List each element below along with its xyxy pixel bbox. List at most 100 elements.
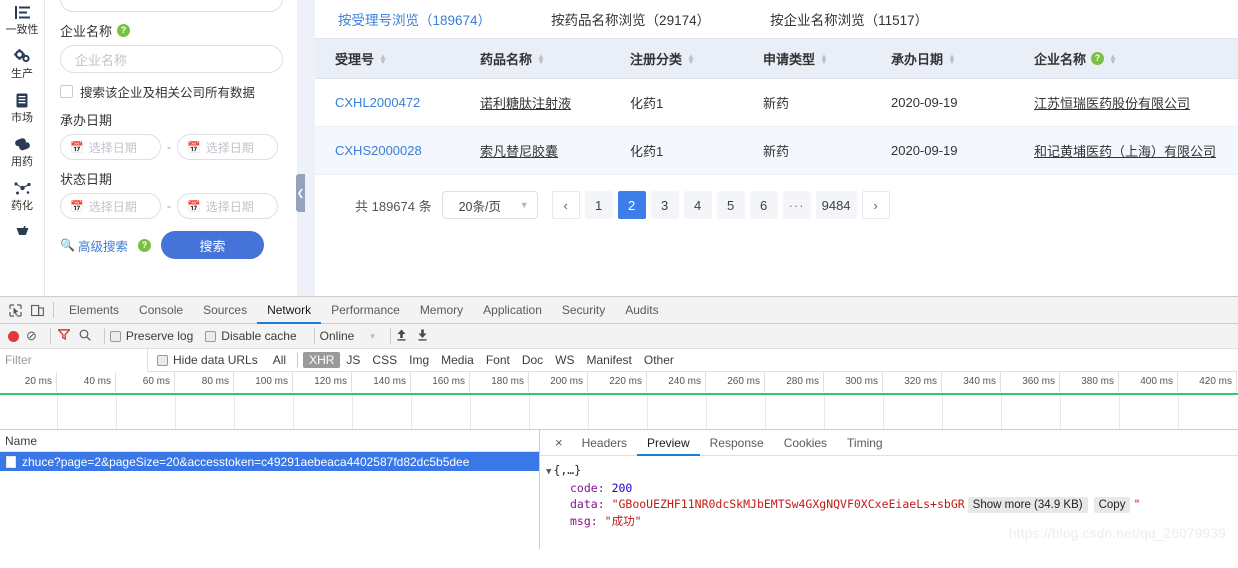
status-date-to-input[interactable]: 📅 选择日期 xyxy=(177,193,278,219)
devtools-tab-security[interactable]: Security xyxy=(552,297,615,324)
resource-type-all[interactable]: All xyxy=(267,352,292,368)
resource-type-js[interactable]: JS xyxy=(340,352,366,368)
search-icon[interactable] xyxy=(79,329,91,344)
page-button-3[interactable]: 3 xyxy=(650,191,679,219)
column-header-drug-name[interactable]: 药品名称 ▲ ▼ xyxy=(460,38,610,79)
company-link[interactable]: 和记黄埔医药（上海）有限公司 xyxy=(1034,144,1216,159)
resource-type-doc[interactable]: Doc xyxy=(516,352,549,368)
rail-item-consistency[interactable]: 一致性 xyxy=(0,2,45,37)
handle-date-to-input[interactable]: 📅 选择日期 xyxy=(177,134,278,160)
hide-data-urls-checkbox[interactable]: Hide data URLs xyxy=(157,353,258,367)
drug-name-link[interactable]: 索凡替尼胶囊 xyxy=(480,144,558,159)
devtools-tab-performance[interactable]: Performance xyxy=(321,297,410,324)
help-icon[interactable]: ? xyxy=(137,238,151,252)
resource-type-img[interactable]: Img xyxy=(403,352,435,368)
devtools-tab-console[interactable]: Console xyxy=(129,297,193,324)
resource-type-manifest[interactable]: Manifest xyxy=(581,352,638,368)
drug-name-link[interactable]: 诺利糖肽注射液 xyxy=(480,96,571,111)
record-button[interactable] xyxy=(8,330,19,342)
resource-type-font[interactable]: Font xyxy=(480,352,516,368)
column-header-company[interactable]: 企业名称? ▲ ▼ xyxy=(1014,38,1238,79)
resource-type-other[interactable]: Other xyxy=(638,352,680,368)
export-har-icon[interactable] xyxy=(417,329,428,344)
search-button[interactable]: 搜索 xyxy=(160,231,264,259)
column-header-accept-no[interactable]: 受理号 ▲ ▼ xyxy=(315,38,460,79)
page-button-6[interactable]: 6 xyxy=(749,191,778,219)
detail-tab-preview[interactable]: Preview xyxy=(637,430,700,456)
detail-tab-timing[interactable]: Timing xyxy=(837,430,893,456)
sort-icon[interactable]: ▲ ▼ xyxy=(820,52,828,65)
sort-icon[interactable]: ▲ ▼ xyxy=(948,52,956,65)
clear-icon[interactable]: ⊘ xyxy=(26,328,37,344)
page-ellipsis[interactable]: ··· xyxy=(782,191,811,219)
devtools-tab-memory[interactable]: Memory xyxy=(410,297,473,324)
detail-tab-headers[interactable]: Headers xyxy=(572,430,637,456)
resource-type-xhr[interactable]: XHR xyxy=(303,352,341,368)
accept-no-link[interactable]: CXHL2000472 xyxy=(335,95,420,110)
previous-field-input[interactable] xyxy=(60,0,283,12)
tab-browse-by-drug-name[interactable]: 按药品名称浏览（29174） xyxy=(551,9,770,29)
devtools-tab-elements[interactable]: Elements xyxy=(59,297,129,324)
page-button-2[interactable]: 2 xyxy=(617,191,646,219)
help-icon[interactable]: ? xyxy=(1091,52,1105,65)
checkbox-icon[interactable] xyxy=(60,85,73,98)
filter-icon[interactable] xyxy=(56,329,71,343)
json-root-node[interactable]: ▼ {,…} xyxy=(546,462,1238,480)
import-har-icon[interactable] xyxy=(396,329,407,344)
copy-button[interactable]: Copy xyxy=(1093,497,1131,513)
filter-input[interactable]: Filter xyxy=(0,348,148,372)
rail-item-mortar[interactable] xyxy=(0,222,45,243)
help-icon[interactable]: ? xyxy=(117,24,131,37)
sort-icon[interactable]: ▲ ▼ xyxy=(687,52,695,65)
column-header-handle-date[interactable]: 承办日期 ▲ ▼ xyxy=(871,38,1014,79)
company-link[interactable]: 江苏恒瑞医药股份有限公司 xyxy=(1034,96,1190,111)
next-page-button[interactable]: › xyxy=(861,191,890,219)
collapse-panel-handle[interactable]: ❮ xyxy=(296,174,305,212)
disable-cache-checkbox[interactable]: Disable cache xyxy=(205,329,297,343)
tab-browse-by-accept-no[interactable]: 按受理号浏览（189674） xyxy=(338,9,551,29)
expand-arrow-icon[interactable]: ▼ xyxy=(546,467,551,477)
request-row[interactable]: zhuce?page=2&pageSize=20&accesstoken=c49… xyxy=(0,452,539,471)
rail-item-production[interactable]: 生产 xyxy=(0,46,45,81)
resource-type-ws[interactable]: WS xyxy=(549,352,580,368)
devtools-tab-application[interactable]: Application xyxy=(473,297,552,324)
show-more-button[interactable]: Show more (34.9 KB) xyxy=(967,497,1088,513)
rail-item-medication[interactable]: 用药 xyxy=(0,134,45,169)
status-date-from-input[interactable]: 📅 选择日期 xyxy=(60,193,161,219)
sort-icon[interactable]: ▲ ▼ xyxy=(1109,52,1117,65)
page-button-5[interactable]: 5 xyxy=(716,191,745,219)
checkbox-icon[interactable] xyxy=(205,330,217,342)
detail-tab-response[interactable]: Response xyxy=(700,430,774,456)
page-size-select[interactable]: 20条/页 ▼ xyxy=(441,191,538,219)
request-list-header[interactable]: Name xyxy=(0,430,539,452)
page-button-1[interactable]: 1 xyxy=(584,191,613,219)
preserve-log-checkbox[interactable]: Preserve log xyxy=(109,329,193,343)
table-row[interactable]: CXHL2000472 诺利糖肽注射液 化药1 新药 2020-09-19 江苏… xyxy=(315,78,1238,127)
checkbox-icon[interactable] xyxy=(157,354,168,366)
inspect-element-icon[interactable] xyxy=(4,299,26,321)
column-header-reg-class[interactable]: 注册分类 ▲ ▼ xyxy=(610,38,743,79)
close-icon[interactable]: × xyxy=(546,435,572,450)
page-button-4[interactable]: 4 xyxy=(683,191,712,219)
toggle-device-toolbar-icon[interactable] xyxy=(26,299,48,321)
tab-browse-by-company-name[interactable]: 按企业名称浏览（11517） xyxy=(770,9,988,29)
sort-icon[interactable]: ▲ ▼ xyxy=(379,52,387,65)
rail-item-market[interactable]: 市场 xyxy=(0,90,45,125)
detail-tab-cookies[interactable]: Cookies xyxy=(774,430,837,456)
network-timeline-overview[interactable]: 20 ms 40 ms 60 ms 80 ms 100 ms 120 ms 14… xyxy=(0,372,1238,430)
devtools-tab-audits[interactable]: Audits xyxy=(615,297,668,324)
resource-type-css[interactable]: CSS xyxy=(366,352,403,368)
advanced-search-link[interactable]: 🔍 高级搜索 xyxy=(60,236,128,255)
company-name-input[interactable]: 企业名称 xyxy=(60,45,283,73)
include-related-companies-checkbox-row[interactable]: 搜索该企业及相关公司所有数据 xyxy=(60,82,283,101)
page-button-last[interactable]: 9484 xyxy=(815,191,857,219)
accept-no-link[interactable]: CXHS2000028 xyxy=(335,143,422,158)
sort-icon[interactable]: ▲ ▼ xyxy=(537,52,545,65)
resource-type-media[interactable]: Media xyxy=(435,352,480,368)
column-header-apply-type[interactable]: 申请类型 ▲ ▼ xyxy=(743,38,871,79)
prev-page-button[interactable]: ‹ xyxy=(551,191,580,219)
table-row[interactable]: CXHS2000028 索凡替尼胶囊 化药1 新药 2020-09-19 和记黄… xyxy=(315,126,1238,175)
handle-date-from-input[interactable]: 📅 选择日期 xyxy=(60,134,161,160)
devtools-tab-network[interactable]: Network xyxy=(257,297,321,324)
devtools-tab-sources[interactable]: Sources xyxy=(193,297,257,324)
